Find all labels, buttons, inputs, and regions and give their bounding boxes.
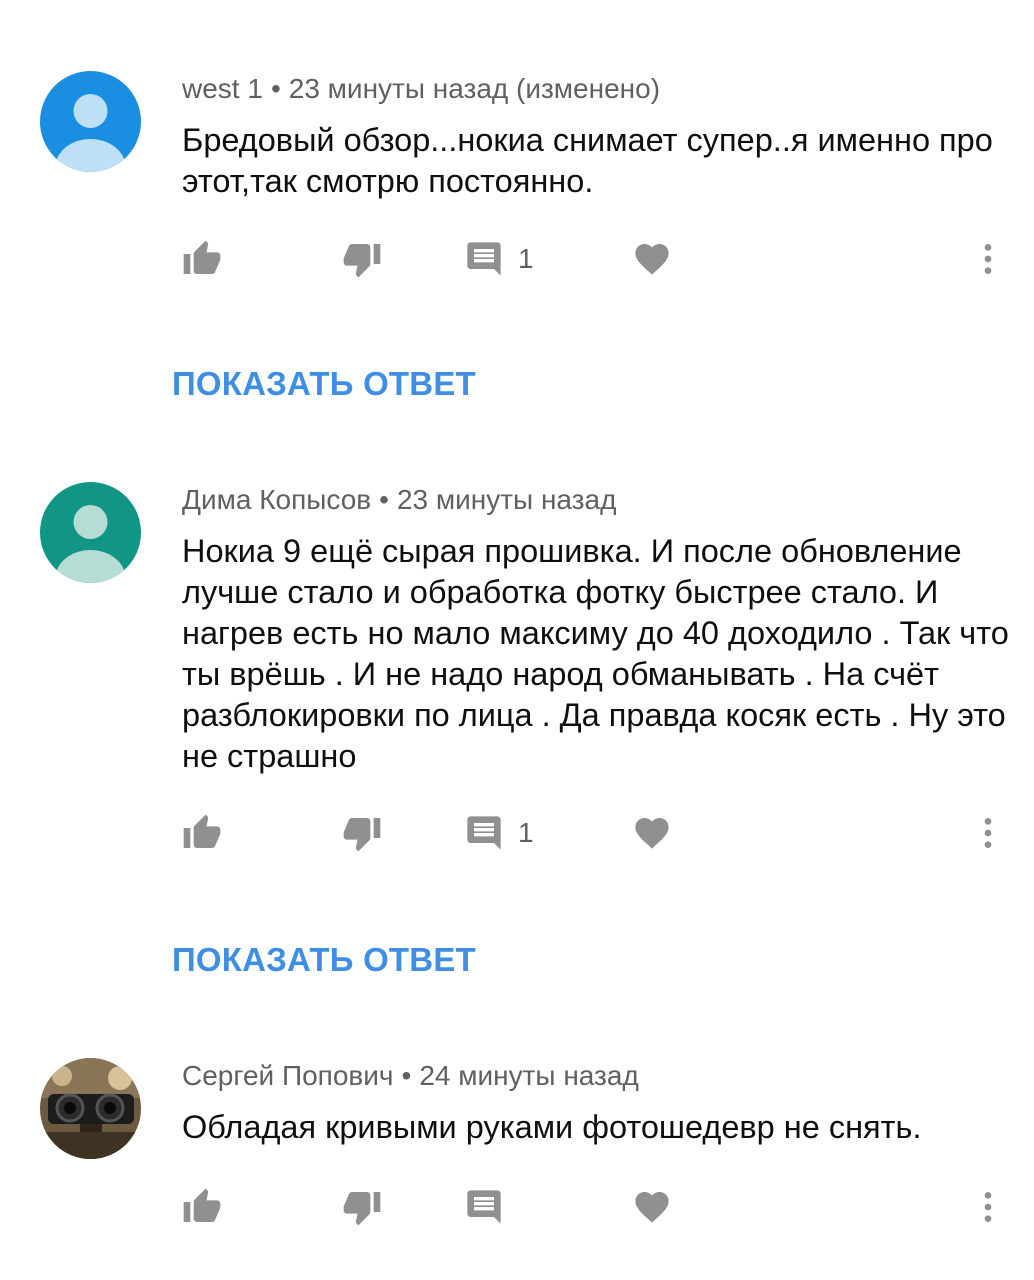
dislike-button[interactable] xyxy=(342,1182,382,1232)
avatar[interactable] xyxy=(40,1058,141,1159)
camera-photo-avatar-icon xyxy=(40,1058,141,1159)
heart-icon xyxy=(635,1192,669,1223)
comment-text: Обладая кривыми руками фотошедевр не сня… xyxy=(182,1109,922,1145)
thumb-down-icon xyxy=(343,1192,381,1226)
more-vert-icon xyxy=(984,1192,992,1222)
separator: • xyxy=(401,1060,412,1091)
more-options-button[interactable] xyxy=(968,1182,1008,1232)
thumb-up-icon xyxy=(183,1188,221,1222)
like-button[interactable] xyxy=(182,1182,222,1232)
reply-button[interactable] xyxy=(464,1182,504,1232)
comment-actions xyxy=(0,1182,1034,1232)
comment-meta: Сергей Попович • 24 минуты назад xyxy=(182,1060,639,1092)
comment-icon xyxy=(467,1190,501,1224)
comment-item: Сергей Попович • 24 минуты назад Обладая к… xyxy=(0,0,1034,1280)
timestamp: 24 минуты назад xyxy=(419,1060,639,1091)
heart-button[interactable] xyxy=(632,1182,672,1232)
author-name[interactable]: Сергей Попович xyxy=(182,1060,394,1091)
